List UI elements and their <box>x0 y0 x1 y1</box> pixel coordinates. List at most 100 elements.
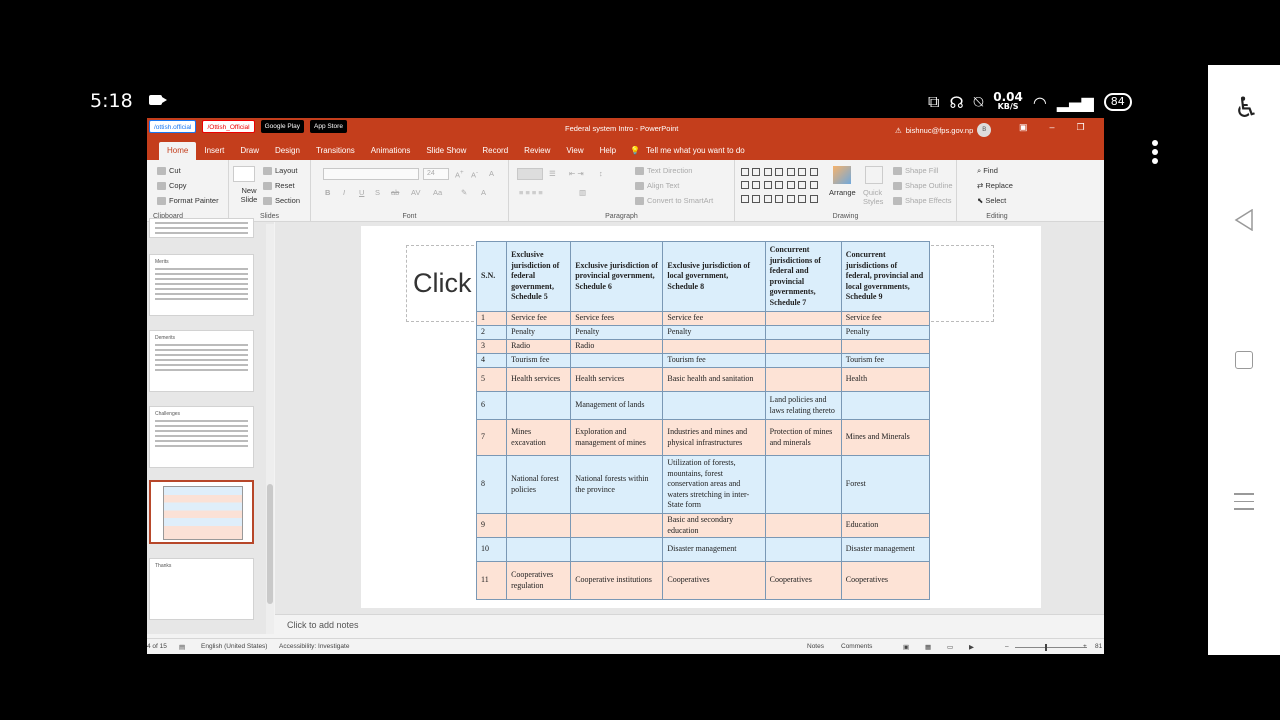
shrink-font-icon[interactable]: A- <box>471 169 478 180</box>
indent-icon[interactable]: ⇤ ⇥ <box>569 169 584 178</box>
network-speed: 0.04 KB/S <box>993 91 1023 112</box>
row-number: 2 <box>475 325 508 340</box>
thumb-slide-challenges[interactable]: Challenges <box>149 406 254 468</box>
tab-review[interactable]: Review <box>516 142 558 160</box>
thumb-slide-thanks[interactable]: Thanks <box>149 558 254 620</box>
copy-button[interactable]: Copy <box>157 181 187 191</box>
shape-outline-button[interactable]: Shape Outline <box>893 181 953 191</box>
smartart-icon <box>635 197 644 206</box>
grow-font-icon[interactable]: A+ <box>455 169 464 180</box>
new-slide-icon[interactable] <box>233 166 255 182</box>
table-cell: Health services <box>506 367 572 392</box>
avatar[interactable]: B <box>977 123 992 137</box>
replace-button[interactable]: ⇄ Replace <box>977 181 1013 190</box>
clear-format-icon[interactable]: A <box>489 169 494 178</box>
account-area[interactable]: ⚠ bishnuc@fps.gov.np B <box>895 123 992 137</box>
highlight-icon[interactable]: ✎ <box>461 188 467 197</box>
table-cell: Industries and mines and physical infras… <box>662 419 766 456</box>
tab-record[interactable]: Record <box>474 142 516 160</box>
font-color-icon[interactable]: A <box>481 188 486 197</box>
font-size-input[interactable]: 24 <box>423 168 449 180</box>
numbering-icon[interactable]: ☰ <box>549 169 556 178</box>
thumb-slide-current[interactable] <box>149 480 254 544</box>
notes-pane[interactable]: Click to add notes <box>275 614 1104 634</box>
underline-icon[interactable]: U <box>359 188 364 197</box>
slideshow-icon[interactable]: ▶ <box>969 643 974 651</box>
shape-fill-button[interactable]: Shape Fill <box>893 166 939 176</box>
format-painter-button[interactable]: Format Painter <box>157 196 219 206</box>
bold-icon[interactable]: B <box>325 188 330 197</box>
row-number: 3 <box>475 339 508 354</box>
tab-help[interactable]: Help <box>592 142 624 160</box>
align-text-button[interactable]: Align Text <box>635 181 679 191</box>
zoom-slider[interactable] <box>1015 644 1087 651</box>
tab-design[interactable]: Design <box>267 142 308 160</box>
restore-icon[interactable]: ❐ <box>1077 122 1085 133</box>
text-direction-button[interactable]: Text Direction <box>635 166 692 176</box>
tell-me-search[interactable]: Tell me what you want to do <box>646 142 745 160</box>
italic-icon[interactable]: I <box>343 188 345 197</box>
font-name-input[interactable] <box>323 168 419 180</box>
bullets-icon[interactable] <box>517 168 543 180</box>
slide-sorter-icon[interactable]: ▦ <box>925 643 931 651</box>
smartart-button[interactable]: Convert to SmartArt <box>635 196 713 206</box>
thumb-slide-demerits[interactable]: Demerits <box>149 330 254 392</box>
tab-insert[interactable]: Insert <box>196 142 232 160</box>
find-button[interactable]: ⌕ Find <box>977 166 998 176</box>
zoom-level[interactable]: 81 <box>1095 643 1102 650</box>
line-spacing-icon[interactable]: ↕ <box>599 169 603 178</box>
thumb-table-preview <box>163 486 243 540</box>
normal-view-icon[interactable]: ▣ <box>903 643 909 651</box>
shape-fill-label: Shape Fill <box>905 166 939 175</box>
tab-animations[interactable]: Animations <box>363 142 419 160</box>
accessibility-icon[interactable]: ♿ <box>1234 91 1259 124</box>
arrange-button[interactable]: Arrange <box>829 188 856 197</box>
zoom-in-icon[interactable]: + <box>1083 643 1087 650</box>
thumb-slide-merits[interactable]: Merits <box>149 254 254 316</box>
notes-button[interactable]: Notes <box>807 643 824 650</box>
language[interactable]: English (United States) <box>201 643 267 650</box>
shape-effects-button[interactable]: Shape Effects <box>893 196 952 206</box>
tab-transitions[interactable]: Transitions <box>308 142 363 160</box>
layout-button[interactable]: Layout <box>263 166 298 176</box>
quick-styles-button[interactable]: Quick Styles <box>863 188 887 206</box>
section-button[interactable]: Section <box>263 196 300 206</box>
shapes-gallery[interactable] <box>741 168 819 206</box>
header-federal: Exclusive jurisdiction of federal govern… <box>506 241 572 312</box>
header-sn: S.N. <box>475 241 508 312</box>
new-slide-button[interactable]: New Slide <box>235 186 263 204</box>
more-options-icon[interactable] <box>1150 140 1160 167</box>
align-buttons-icon[interactable]: ≡ ≡ ≡ ≡ <box>519 188 543 197</box>
scroll-thumb[interactable] <box>267 484 273 604</box>
accessibility-status[interactable]: Accessibility: Investigate <box>279 643 349 650</box>
table-cell <box>662 391 766 420</box>
table-cell: Radio <box>506 339 572 354</box>
home-icon[interactable] <box>1235 351 1253 369</box>
columns-icon[interactable]: ▥ <box>579 188 586 197</box>
char-spacing-icon[interactable]: AV <box>411 188 420 197</box>
cut-button[interactable]: Cut <box>157 166 181 176</box>
recent-apps-icon[interactable] <box>1234 493 1254 516</box>
thumb-slide[interactable] <box>149 218 254 238</box>
change-case-icon[interactable]: Aa <box>433 188 442 197</box>
ribbon-display-icon[interactable]: ▣ <box>1019 122 1028 133</box>
spellcheck-icon[interactable]: ▤ <box>179 643 185 651</box>
jurisdiction-table[interactable]: S.N. Exclusive jurisdiction of federal g… <box>475 241 931 600</box>
strikethrough-icon[interactable]: ab <box>391 188 399 197</box>
back-icon[interactable] <box>1234 209 1254 231</box>
shadow-icon[interactable]: S <box>375 188 380 197</box>
select-button[interactable]: ⬉ Select <box>977 196 1006 205</box>
slide-canvas[interactable]: Click S.N. Exclusive jurisdiction of fed… <box>361 226 1041 608</box>
comments-button[interactable]: Comments <box>841 643 872 650</box>
reading-view-icon[interactable]: ▭ <box>947 643 953 651</box>
tab-home[interactable]: Home <box>159 142 197 160</box>
thumbnail-scrollbar[interactable] <box>266 224 274 634</box>
reset-button[interactable]: Reset <box>263 181 295 191</box>
arrange-icon[interactable] <box>833 166 851 184</box>
tab-slide-show[interactable]: Slide Show <box>418 142 474 160</box>
quick-styles-icon[interactable] <box>865 166 883 184</box>
minimize-icon[interactable]: – <box>1050 122 1055 133</box>
zoom-out-icon[interactable]: – <box>1005 643 1009 650</box>
tab-view[interactable]: View <box>558 142 591 160</box>
tab-draw[interactable]: Draw <box>232 142 267 160</box>
